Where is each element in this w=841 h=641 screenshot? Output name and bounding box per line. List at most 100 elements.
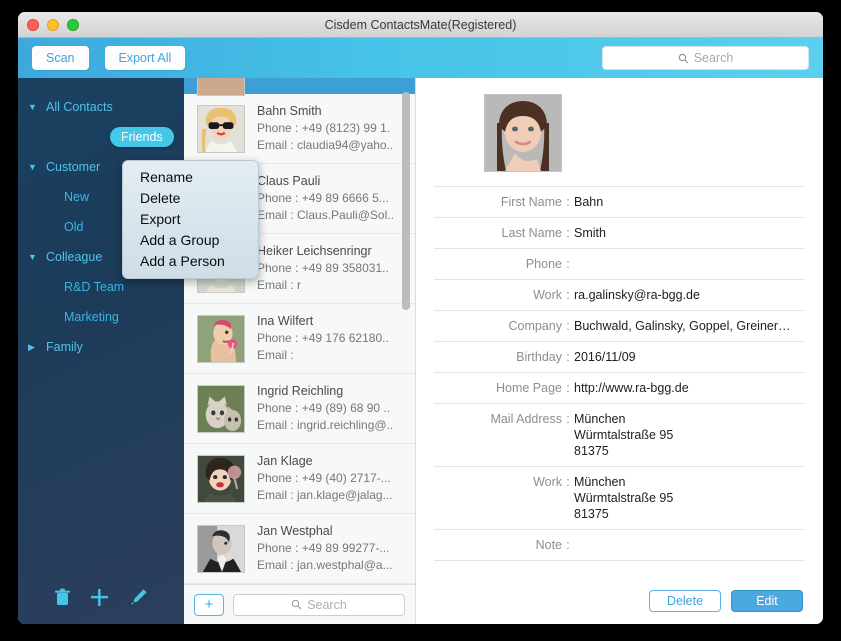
sidebar-item-label: Colleague xyxy=(46,250,103,264)
sidebar-item-friends[interactable]: Friends xyxy=(18,122,184,152)
detail-field-row: Home Page: http://www.ra-bgg.de xyxy=(434,372,805,403)
detail-field-colon: : xyxy=(566,381,570,395)
detail-field-value: 2016/11/09 xyxy=(574,350,636,364)
plus-icon[interactable] xyxy=(90,588,109,612)
chevron-down-icon[interactable]: ▼ xyxy=(28,102,46,112)
traffic-lights xyxy=(27,19,79,31)
export-all-button[interactable]: Export All xyxy=(104,46,186,70)
detail-field-row: Last Name: Smith xyxy=(434,217,805,248)
detail-field-row: Phone: xyxy=(434,248,805,279)
zoom-icon[interactable] xyxy=(67,19,79,31)
sidebar-item-label: Friends xyxy=(110,127,174,147)
group-list: ▼ All Contacts Friends ▼ Customer New Old ▼ Coll… xyxy=(18,78,184,576)
detail-field-row: Mail Address: München Würmtalstraße 95 81… xyxy=(434,403,805,466)
detail-field-colon: : xyxy=(566,412,570,426)
chevron-right-icon[interactable]: ▶ xyxy=(28,342,46,352)
sidebar-item-label: Marketing xyxy=(64,310,119,324)
detail-field-row: Company: Buchwald, Galinsky, Goppel, Grei… xyxy=(434,310,805,341)
detail-avatar-wrap xyxy=(434,78,805,172)
contact-list-item[interactable]: Bahn Smith Phone : +49 (8123) 99 1. Email … xyxy=(184,94,415,164)
detail-field-label: Work xyxy=(533,475,562,489)
group-context-menu: Rename Delete Export Add a Group Add a Perso… xyxy=(122,160,259,279)
sidebar-item-label: Old xyxy=(64,220,84,234)
contact-list-item[interactable]: Jan Westphal Phone : +49 89 99277-... Emai… xyxy=(184,514,415,584)
delete-button[interactable]: Delete xyxy=(649,590,721,612)
context-menu-item-export[interactable]: Export xyxy=(123,209,258,230)
contact-info: Ina Wilfert Phone : +49 176 62180.. Email … xyxy=(257,313,389,364)
contact-list-item[interactable]: Ingrid Reichling Phone : +49 (89) 68 90 .… xyxy=(184,374,415,444)
detail-field-row: Work: ra.galinsky@ra-bgg.de xyxy=(434,279,805,310)
contact-phone: Phone : +49 89 6666 5... xyxy=(257,191,389,205)
detail-field-value: München Würmtalstraße 95 81375 xyxy=(574,475,674,521)
detail-field-label: Mail Address xyxy=(490,412,562,426)
contact-list-item[interactable]: Jan Klage Phone : +49 (40) 2717-... Email … xyxy=(184,444,415,514)
detail-field-label: Birthday xyxy=(516,350,562,364)
add-contact-button[interactable]: + xyxy=(194,593,224,616)
detail-field-label: Note xyxy=(535,538,562,552)
detail-field-label: Work xyxy=(533,288,562,302)
detail-field-colon: : xyxy=(566,475,570,489)
contact-email: Email : Claus.Pauli@Sol.. xyxy=(257,208,394,222)
contact-email: Email : claudia94@yaho.. xyxy=(257,138,394,152)
detail-field-label: First Name xyxy=(500,195,562,209)
detail-field-colon: : xyxy=(566,319,570,333)
contact-email: Email : ingrid.reichling@.. xyxy=(257,418,394,432)
contact-search-input[interactable]: Search xyxy=(233,593,405,616)
toolbar-search-input[interactable]: Search xyxy=(602,46,809,70)
contact-phone: Phone : +49 (40) 2717-... xyxy=(257,471,391,485)
detail-field-row: Note: xyxy=(434,529,805,561)
detail-field-value: Buchwald, Galinsky, Goppel, Greiner… xyxy=(574,319,791,333)
contact-info: Bahn Smith Phone : +49 (8123) 99 1. Email … xyxy=(257,103,393,154)
contact-name: Ingrid Reichling xyxy=(257,384,344,398)
minimize-icon[interactable] xyxy=(47,19,59,31)
contact-name: Jan Klage xyxy=(257,454,313,468)
contact-email: Email : xyxy=(257,348,294,362)
sidebar-footer-toolbar xyxy=(18,576,184,624)
detail-field-value: München Würmtalstraße 95 81375 xyxy=(574,412,674,458)
detail-field-label: Last Name xyxy=(501,226,562,240)
detail-field-value: Bahn xyxy=(574,195,604,209)
scan-button[interactable]: Scan xyxy=(32,46,89,70)
detail-field-colon: : xyxy=(566,538,570,552)
detail-field-label: Company xyxy=(508,319,563,333)
toolbar-search-placeholder: Search xyxy=(693,51,734,65)
sidebar-item-label: All Contacts xyxy=(46,100,113,114)
contact-phone: Phone : +49 89 99277-... xyxy=(257,541,390,555)
close-icon[interactable] xyxy=(27,19,39,31)
contact-info: Jan Klage Phone : +49 (40) 2717-... Email … xyxy=(257,453,393,504)
contact-name: Jan Westphal xyxy=(257,524,333,538)
search-icon xyxy=(291,599,302,610)
sidebar-item-family[interactable]: ▶ Family xyxy=(18,332,184,362)
chevron-down-icon[interactable]: ▼ xyxy=(28,162,46,172)
contact-phone: Phone : +49 (89) 68 90 .. xyxy=(257,401,391,415)
avatar xyxy=(197,104,245,153)
contact-email: Email : jan.klage@jalag... xyxy=(257,488,393,502)
sidebar-item-marketing[interactable]: Marketing xyxy=(18,302,184,332)
context-menu-item-delete[interactable]: Delete xyxy=(123,188,258,209)
trash-icon[interactable] xyxy=(54,588,71,612)
avatar xyxy=(197,314,245,363)
detail-fields: First Name: Bahn Last Name: Smith Phone: Work… xyxy=(434,186,805,561)
avatar xyxy=(197,454,245,503)
contact-phone: Phone : +49 89 358031.. xyxy=(257,261,389,275)
contact-list-scrollbar[interactable] xyxy=(402,92,410,310)
contact-row-selected-partial[interactable] xyxy=(184,78,415,96)
chevron-down-icon[interactable]: ▼ xyxy=(28,252,46,262)
detail-field-row: Birthday:2016/11/09 xyxy=(434,341,805,372)
contact-phone: Phone : +49 (8123) 99 1. xyxy=(257,121,391,135)
context-menu-item-add-a-person[interactable]: Add a Person xyxy=(123,251,258,272)
contact-info: Claus Pauli Phone : +49 89 6666 5... Email… xyxy=(257,173,394,224)
window-title: Cisdem ContactsMate(Registered) xyxy=(324,17,517,32)
window-titlebar: Cisdem ContactsMate(Registered) xyxy=(18,12,823,38)
contact-list-scroll[interactable]: Bahn Smith Phone : +49 (8123) 99 1. Email … xyxy=(184,78,415,584)
sidebar-item-all-contacts[interactable]: ▼ All Contacts xyxy=(18,92,184,122)
context-menu-item-add-a-group[interactable]: Add a Group xyxy=(123,230,258,251)
detail-field-label: Home Page xyxy=(495,381,562,395)
pencil-icon[interactable] xyxy=(129,588,148,612)
context-menu-item-rename[interactable]: Rename xyxy=(123,167,258,188)
avatar xyxy=(197,524,245,573)
edit-button[interactable]: Edit xyxy=(731,590,803,612)
contact-info: Jan Westphal Phone : +49 89 99277-... Emai… xyxy=(257,523,393,574)
contact-phone: Phone : +49 176 62180.. xyxy=(257,331,389,345)
contact-list-item[interactable]: Ina Wilfert Phone : +49 176 62180.. Email … xyxy=(184,304,415,374)
